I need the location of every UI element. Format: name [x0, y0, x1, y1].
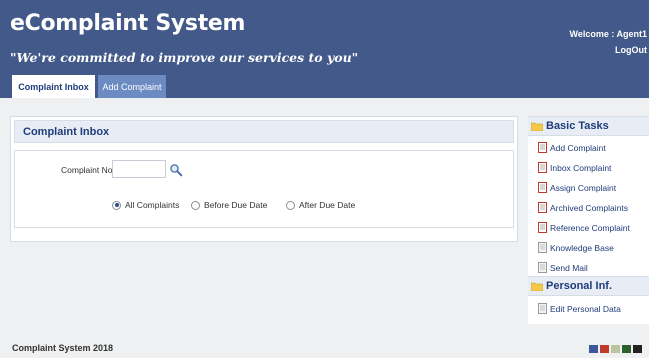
sidebar-item-send-mail[interactable]: Send Mail — [538, 262, 588, 273]
tab-complaint-inbox[interactable]: Complaint Inbox — [12, 75, 95, 98]
app-header: eComplaint System "We're committed to im… — [0, 0, 649, 98]
sidebar: Basic Tasks Add Complaint Inbox Complain… — [528, 116, 649, 324]
theme-swatches — [589, 345, 642, 353]
red-document-icon — [538, 142, 547, 153]
radio-button[interactable] — [286, 200, 295, 210]
complaint-inbox-panel: Complaint Inbox Complaint No. : All Comp… — [10, 116, 518, 242]
sidebar-item-archived-complaints[interactable]: Archived Complaints — [538, 202, 628, 213]
app-title: eComplaint System — [10, 11, 246, 36]
search-form: Complaint No. : All Complaints Before Du… — [14, 150, 514, 228]
red-document-icon — [538, 202, 547, 213]
sidebar-item-label: Inbox Complaint — [550, 162, 612, 173]
radio-label-before: Before Due Date — [204, 200, 268, 210]
folder-icon — [531, 122, 543, 131]
red-document-icon — [538, 222, 547, 233]
sidebar-item-label: Add Complaint — [550, 142, 606, 153]
radio-label-after: After Due Date — [299, 200, 356, 210]
sidebar-item-label: Archived Complaints — [550, 202, 628, 213]
radio-all-complaints[interactable]: All Complaints — [112, 200, 179, 210]
sidebar-item-assign-complaint[interactable]: Assign Complaint — [538, 182, 616, 193]
logout-link[interactable]: LogOut — [615, 45, 647, 55]
gray-document-icon — [538, 242, 547, 253]
folder-icon — [531, 282, 543, 291]
app-tagline: "We're committed to improve our services… — [10, 50, 359, 65]
personal-inf-title: Personal Inf. — [546, 280, 613, 292]
red-document-icon — [538, 162, 547, 173]
magnifier-icon — [170, 164, 183, 177]
sidebar-item-inbox-complaint[interactable]: Inbox Complaint — [538, 162, 611, 173]
radio-label-all: All Complaints — [125, 200, 180, 210]
search-button[interactable] — [169, 162, 183, 177]
tab-add-complaint[interactable]: Add Complaint — [98, 75, 166, 98]
theme-swatch-black[interactable] — [633, 345, 642, 353]
sidebar-item-knowledge-base[interactable]: Knowledge Base — [538, 242, 614, 253]
theme-swatch-green[interactable] — [622, 345, 631, 353]
complaint-no-label: Complaint No. : — [61, 165, 120, 175]
sidebar-item-edit-personal-data[interactable]: Edit Personal Data — [538, 303, 621, 314]
sidebar-item-label: Assign Complaint — [550, 182, 617, 193]
sidebar-item-label: Send Mail — [550, 262, 588, 273]
complaint-no-input[interactable] — [112, 160, 166, 178]
sidebar-item-add-complaint[interactable]: Add Complaint — [538, 142, 606, 153]
radio-button-checked[interactable] — [112, 200, 121, 210]
theme-swatch-red[interactable] — [600, 345, 609, 353]
basic-tasks-title: Basic Tasks — [546, 120, 609, 132]
panel-title: Complaint Inbox — [23, 126, 110, 138]
welcome-text: Welcome : Agent1 — [569, 29, 647, 39]
theme-swatch-blue[interactable] — [589, 345, 598, 353]
basic-tasks-header: Basic Tasks — [528, 116, 649, 136]
radio-button[interactable] — [191, 200, 200, 210]
sidebar-item-label: Knowledge Base — [550, 242, 614, 253]
panel-title-bar: Complaint Inbox — [14, 120, 514, 143]
sidebar-item-reference-complaint[interactable]: Reference Complaint — [538, 222, 630, 233]
gray-document-icon — [538, 303, 547, 314]
sidebar-item-label: Reference Complaint — [550, 222, 630, 233]
gray-document-icon — [538, 262, 547, 273]
sidebar-item-label: Edit Personal Data — [550, 303, 621, 314]
theme-swatch-sage[interactable] — [611, 345, 620, 353]
radio-before-due-date[interactable]: Before Due Date — [191, 200, 267, 210]
red-document-icon — [538, 182, 547, 193]
personal-inf-header: Personal Inf. — [528, 276, 649, 296]
radio-after-due-date[interactable]: After Due Date — [286, 200, 355, 210]
footer-copyright: Complaint System 2018 — [12, 343, 114, 353]
